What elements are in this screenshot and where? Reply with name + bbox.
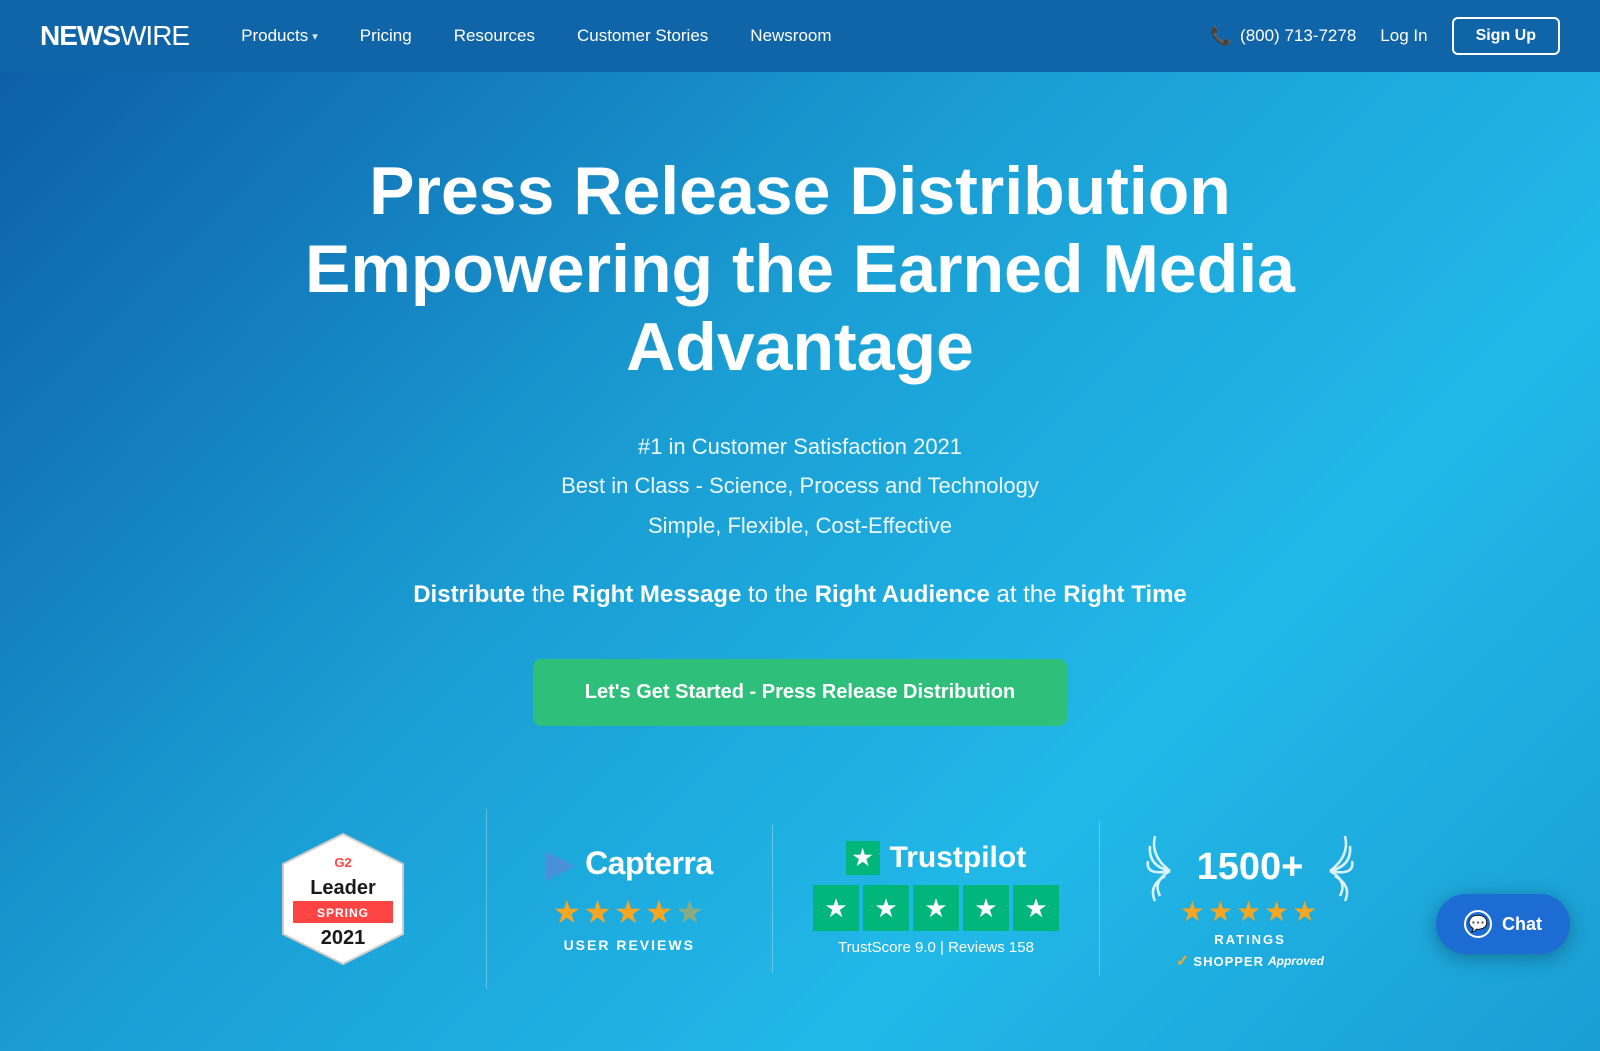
phone-icon: 📞 [1210,26,1232,47]
tp-star-3: ★ [913,885,959,931]
logo-wire: WIRE [120,20,189,52]
shopper-badge: 1500+ ★★★★★ RATINGS ✓ SHOPPER Approved [1100,806,1400,991]
capterra-name: Capterra [585,845,713,882]
navbar-right: 📞 (800) 713-7278 Log In Sign Up [1210,17,1560,55]
chat-icon: 💬 [1464,910,1492,938]
shopper-check-icon: ✓ [1176,951,1189,971]
capterra-arrow-icon: ▶ [546,845,575,883]
capterra-label: USER REVIEWS [564,937,695,953]
nav-pricing[interactable]: Pricing [344,18,428,54]
nav-products[interactable]: Products ▾ [225,18,334,54]
logo-news: NEWS [40,20,120,52]
svg-text:Leader: Leader [310,877,376,899]
svg-text:G2: G2 [334,855,351,870]
g2-badge: G2 Leader SPRING 2021 [200,809,487,989]
chevron-down-icon: ▾ [312,30,318,43]
tp-star-4: ★ [963,885,1009,931]
shopper-stars: ★★★★★ [1176,895,1324,928]
badges-row: G2 Leader SPRING 2021 ▶ Capterra ★★★★★ U… [200,806,1400,991]
navbar: NEWSWIRE Products ▾ Pricing Resources Cu… [0,0,1600,72]
hero-subtitle: #1 in Customer Satisfaction 2021 Best in… [561,427,1039,546]
svg-text:2021: 2021 [321,927,366,949]
hero-tagline: Distribute the Right Message to the Righ… [413,581,1187,609]
trustpilot-name: Trustpilot [890,841,1027,875]
tp-star-2: ★ [863,885,909,931]
shopper-ratings-label: RATINGS [1176,932,1324,947]
trustpilot-star-icon: ★ [846,841,880,875]
nav-newsroom[interactable]: Newsroom [734,18,847,54]
svg-text:SPRING: SPRING [317,906,369,920]
phone-number: (800) 713-7278 [1240,26,1356,46]
chat-button[interactable]: 💬 Chat [1436,894,1570,954]
capterra-badge: ▶ Capterra ★★★★★ USER REVIEWS [487,825,774,973]
trustpilot-header: ★ Trustpilot [846,841,1026,875]
trustpilot-badge: ★ Trustpilot ★ ★ ★ ★ ★ TrustScore 9.0 | … [773,821,1100,976]
navbar-left: NEWSWIRE Products ▾ Pricing Resources Cu… [40,18,848,54]
laurel-container: 1500+ ★★★★★ RATINGS ✓ SHOPPER Approved [1140,826,1360,971]
tp-star-1: ★ [813,885,859,931]
nav-customer-stories[interactable]: Customer Stories [561,18,724,54]
trustpilot-info: TrustScore 9.0 | Reviews 158 [838,939,1034,956]
cta-button[interactable]: Let's Get Started - Press Release Distri… [533,659,1067,726]
nav-links: Products ▾ Pricing Resources Customer St… [225,18,847,54]
hero-section: Press Release Distribution Empowering th… [0,72,1600,1051]
capterra-stars: ★★★★★ [553,893,706,931]
nav-resources[interactable]: Resources [438,18,551,54]
capterra-header: ▶ Capterra [546,845,713,883]
shopper-logo: ✓ SHOPPER Approved [1176,951,1324,971]
login-link[interactable]: Log In [1380,26,1427,46]
trustpilot-stars-row: ★ ★ ★ ★ ★ [813,885,1059,931]
logo[interactable]: NEWSWIRE [40,20,189,52]
shopper-count: 1500+ [1176,846,1324,889]
signup-button[interactable]: Sign Up [1452,17,1560,55]
hero-title: Press Release Distribution Empowering th… [250,152,1350,387]
phone-area: 📞 (800) 713-7278 [1210,26,1357,47]
tp-star-5: ★ [1013,885,1059,931]
